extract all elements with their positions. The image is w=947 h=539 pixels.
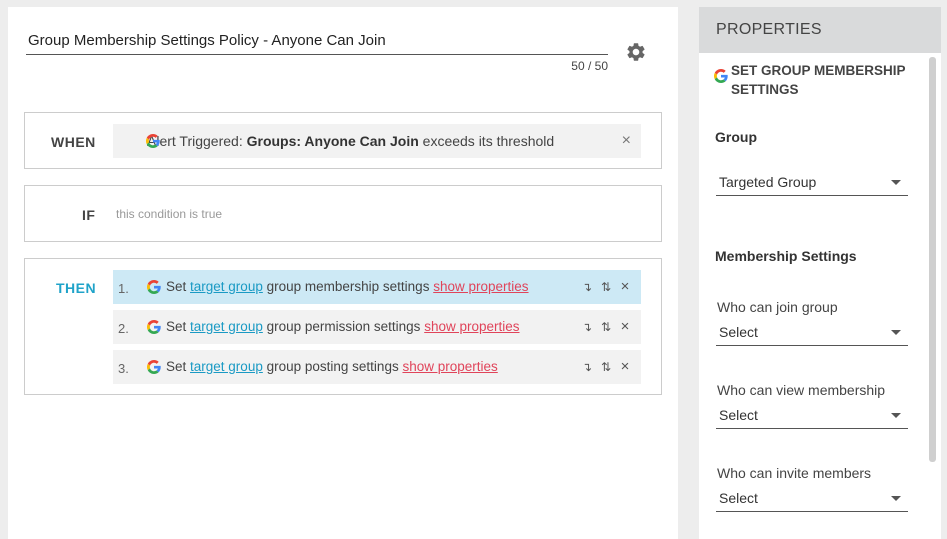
who-can-join-label: Who can join group (717, 299, 838, 315)
then-section: THEN 1. Set target group group membershi… (24, 258, 662, 395)
properties-panel: PROPERTIES SET GROUP MEMBERSHIP SETTINGS… (699, 7, 941, 539)
target-group-link[interactable]: target group (190, 319, 263, 334)
when-label: WHEN (51, 134, 96, 150)
membership-settings-label: Membership Settings (715, 248, 857, 264)
action-desc: group posting settings (266, 359, 399, 374)
action-item-2[interactable]: 2. Set target group group permission set… (113, 310, 641, 344)
move-down-icon[interactable]: ↴ (580, 310, 594, 344)
then-label: THEN (56, 280, 97, 296)
char-count: 50 / 50 (571, 59, 608, 73)
properties-header: PROPERTIES (699, 7, 941, 53)
who-can-join-select[interactable]: Select (716, 322, 908, 346)
close-icon[interactable]: × (618, 270, 632, 304)
action-number: 1. (118, 281, 129, 296)
action-item-1[interactable]: 1. Set target group group membership set… (113, 270, 641, 304)
reorder-icon[interactable]: ⇅ (599, 310, 613, 344)
if-label: IF (82, 207, 96, 223)
action-number: 2. (118, 321, 129, 336)
chevron-down-icon (891, 180, 901, 185)
action-controls: ↴ ⇅ × (575, 350, 632, 384)
who-can-view-value: Select (719, 407, 758, 423)
close-icon[interactable]: × (618, 350, 632, 384)
reorder-icon[interactable]: ⇅ (599, 270, 613, 304)
title-field-wrap: 50 / 50 (26, 31, 608, 73)
policy-editor: 50 / 50 WHEN Alert Triggered: Groups: An… (8, 7, 678, 539)
group-label: Group (715, 129, 757, 145)
trigger-item[interactable]: Alert Triggered: Groups: Anyone Can Join… (113, 124, 641, 158)
who-can-invite-label: Who can invite members (717, 465, 872, 481)
who-can-view-label: Who can view membership (717, 382, 886, 398)
action-text: Set target group group membership settin… (166, 270, 529, 304)
move-down-icon[interactable]: ↴ (580, 350, 594, 384)
action-number: 3. (118, 361, 129, 376)
action-controls: ↴ ⇅ × (575, 270, 632, 304)
properties-scrollbar[interactable] (929, 57, 936, 462)
action-text: Set target group group permission settin… (166, 310, 520, 344)
who-can-invite-value: Select (719, 490, 758, 506)
google-icon (147, 360, 161, 374)
move-down-icon[interactable]: ↴ (580, 270, 594, 304)
group-select-value: Targeted Group (719, 174, 817, 190)
show-properties-link[interactable]: show properties (402, 359, 497, 374)
when-section: WHEN Alert Triggered: Groups: Anyone Can… (24, 112, 662, 169)
chevron-down-icon (891, 413, 901, 418)
google-icon (714, 69, 728, 83)
chevron-down-icon (891, 330, 901, 335)
action-verb: Set (166, 319, 187, 334)
reorder-icon[interactable]: ⇅ (599, 350, 613, 384)
action-text: Set target group group posting settings … (166, 350, 498, 384)
who-can-join-value: Select (719, 324, 758, 340)
show-properties-link[interactable]: show properties (433, 279, 528, 294)
action-verb: Set (166, 359, 187, 374)
google-icon (147, 280, 161, 294)
action-desc: group membership settings (266, 279, 430, 294)
google-icon (147, 320, 161, 334)
group-select[interactable]: Targeted Group (716, 172, 908, 196)
action-item-3[interactable]: 3. Set target group group posting settin… (113, 350, 641, 384)
remove-trigger-icon[interactable]: × (622, 124, 631, 158)
condition-placeholder[interactable]: this condition is true (116, 207, 222, 221)
trigger-alert-name: Groups: Anyone Can Join (246, 133, 419, 149)
who-can-view-select[interactable]: Select (716, 405, 908, 429)
if-section: IF this condition is true (24, 185, 662, 242)
who-can-invite-select[interactable]: Select (716, 488, 908, 512)
close-icon[interactable]: × (618, 310, 632, 344)
action-desc: group permission settings (266, 319, 421, 334)
properties-title: SET GROUP MEMBERSHIP SETTINGS (731, 63, 906, 97)
trigger-prefix: Alert Triggered: (147, 133, 243, 149)
trigger-suffix: exceeds its threshold (422, 133, 555, 149)
gear-icon[interactable] (625, 41, 647, 63)
action-controls: ↴ ⇅ × (575, 310, 632, 344)
policy-title-input[interactable] (26, 31, 608, 55)
target-group-link[interactable]: target group (190, 279, 263, 294)
action-verb: Set (166, 279, 187, 294)
google-icon (146, 134, 160, 148)
show-properties-link[interactable]: show properties (424, 319, 519, 334)
chevron-down-icon (891, 496, 901, 501)
target-group-link[interactable]: target group (190, 359, 263, 374)
